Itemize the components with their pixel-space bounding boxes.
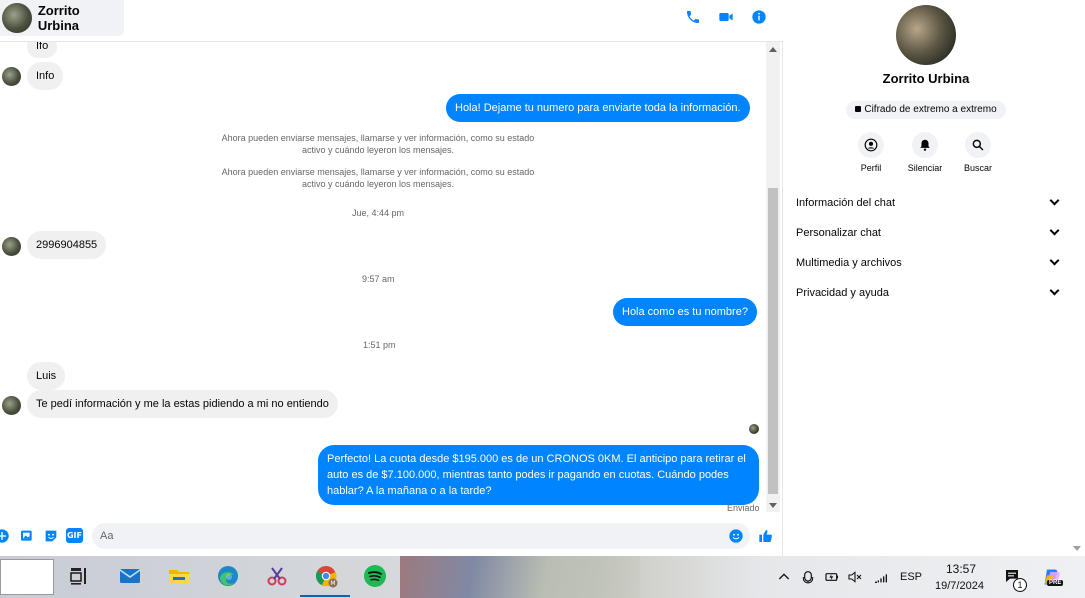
section-label: Privacidad y ayuda [796,287,889,299]
sticker-icon[interactable] [43,528,59,544]
volume-muted-icon[interactable] [847,569,863,585]
scroll-up-icon[interactable] [769,47,777,52]
composer: GIF [0,520,783,556]
section-label: Multimedia y archivos [796,257,902,269]
gif-icon[interactable]: GIF [66,528,83,543]
svg-text:M: M [330,580,335,587]
panel-scrollbar[interactable] [1069,0,1085,556]
timestamp: Jue, 4:44 pm [352,208,405,218]
video-icon[interactable] [718,9,734,25]
info-icon[interactable] [751,9,767,25]
message-input[interactable] [100,523,720,549]
mail-icon[interactable] [116,562,144,590]
mute-action-label: Silenciar [907,163,943,173]
battery-icon[interactable] [824,569,840,585]
language-indicator[interactable]: ESP [900,571,922,583]
section-label: Personalizar chat [796,227,881,239]
chevron-down-icon [1049,255,1060,266]
sender-avatar[interactable] [2,67,21,86]
chevron-down-icon [1049,225,1060,236]
message-incoming[interactable]: Ifo [27,42,58,58]
bell-icon[interactable] [912,132,938,158]
plus-icon[interactable] [0,528,10,544]
chevron-up-icon[interactable] [776,569,792,585]
message-input-wrapper[interactable] [92,523,750,549]
e2e-label: Cifrado de extremo a extremo [864,104,997,115]
chat-scrollbar[interactable] [766,42,780,512]
message-incoming[interactable]: Luis [27,362,66,390]
scrollbar-thumb[interactable] [768,188,778,494]
message-incoming[interactable]: Info [27,62,64,90]
sender-avatar[interactable] [2,237,21,256]
wifi-icon[interactable] [873,569,889,585]
message-incoming[interactable]: Te pedí información y me la estas pidien… [27,390,338,418]
chrome-icon[interactable]: M [312,562,340,590]
message-outgoing[interactable]: Hola! Dejame tu numero para enviarte tod… [446,94,750,122]
system-notice: Ahora pueden enviarse mensajes, llamarse… [221,133,535,155]
profile-action[interactable]: Perfil [841,132,901,173]
contact-avatar[interactable] [2,3,32,33]
thumbs-up-icon[interactable] [758,528,774,544]
message-incoming[interactable]: 2996904855 [27,231,107,259]
snipping-tool-icon[interactable] [263,562,291,590]
emoji-icon[interactable] [728,528,744,544]
photo-icon[interactable] [19,528,35,544]
copilot-badge: PRE [1047,580,1064,586]
contact-name[interactable]: Zorrito Urbina [38,3,124,33]
edge-icon[interactable] [214,562,242,590]
contact-header-button[interactable]: Zorrito Urbina [0,0,124,36]
phone-icon[interactable] [685,9,701,25]
chevron-down-icon [1049,285,1060,296]
section-label: Información del chat [796,197,896,209]
clock-date[interactable]: 19/7/2024 [935,580,984,592]
section-chat-info[interactable]: Información del chat [796,194,1060,212]
taskbar-background [400,556,640,598]
mute-action[interactable]: Silenciar [895,132,955,173]
profile-icon[interactable] [858,132,884,158]
search-icon[interactable] [965,132,991,158]
profile-action-label: Perfil [860,163,882,173]
message-outgoing[interactable]: Perfecto! La cuota desde $195.000 es de … [318,445,759,505]
message-status: Enviado [727,503,760,513]
windows-taskbar: M ESP 13:57 19/7/2024 1 PRE [0,556,1085,598]
search-action-label: Buscar [963,163,992,173]
timestamp: 1:51 pm [363,340,396,350]
taskbar-search-box[interactable] [0,559,54,595]
active-app-indicator [300,595,350,597]
notification-badge: 1 [1013,578,1027,592]
search-action[interactable]: Buscar [948,132,1008,173]
message-outgoing[interactable]: Hola como es tu nombre? [613,298,757,326]
scroll-down-icon[interactable] [769,503,777,508]
scroll-down-icon[interactable] [1073,546,1081,551]
chat-header: Zorrito Urbina [0,0,783,42]
chat-window: Zorrito Urbina Ifo Info Hola! Dejame tu … [0,0,783,556]
sender-avatar[interactable] [2,396,21,415]
seen-indicator-avatar [749,424,759,434]
profile-avatar[interactable] [896,5,956,65]
profile-name: Zorrito Urbina [882,71,970,86]
chevron-down-icon [1049,195,1060,206]
e2e-badge[interactable]: Cifrado de extremo a extremo [846,101,1006,119]
onedrive-meet-icon[interactable] [800,569,816,585]
conversation-details-panel: Zorrito Urbina Cifrado de extremo a extr… [784,0,1085,556]
task-view-icon[interactable] [65,562,93,590]
message-list[interactable]: Ifo Info Hola! Dejame tu numero para env… [0,42,765,516]
section-privacy-help[interactable]: Privacidad y ayuda [796,284,1060,302]
system-notice: Ahora pueden enviarse mensajes, llamarse… [221,167,535,189]
timestamp: 9:57 am [362,274,395,284]
section-media-files[interactable]: Multimedia y archivos [796,254,1060,272]
clock-time[interactable]: 13:57 [946,562,976,576]
section-customize-chat[interactable]: Personalizar chat [796,224,1060,242]
spotify-icon[interactable] [361,562,389,590]
file-explorer-icon[interactable] [165,562,193,590]
lock-icon [855,106,862,112]
